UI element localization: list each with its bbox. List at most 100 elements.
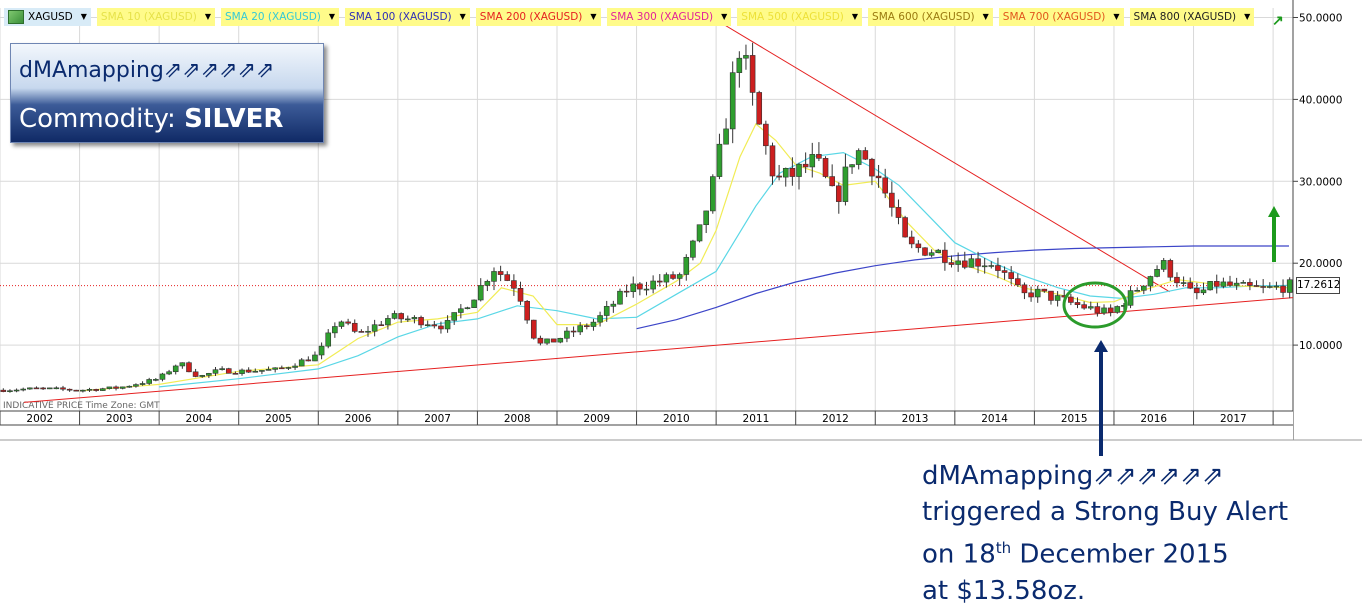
candle-up — [1160, 260, 1167, 270]
x-tick-label: 2003 — [106, 413, 133, 425]
candle-up — [1034, 288, 1041, 298]
candle-up — [1200, 289, 1207, 294]
indicator-selector-8[interactable]: SMA 700 (XAGUSD) ▼ — [998, 8, 1124, 26]
x-tick-label: 2007 — [424, 413, 451, 425]
indicator-selector-5[interactable]: SMA 300 (XAGUSD) ▼ — [606, 8, 732, 26]
candle-down — [802, 163, 809, 168]
indicator-label: SMA 100 (XAGUSD) — [349, 11, 452, 23]
indicator-label: SMA 300 (XAGUSD) — [610, 11, 714, 23]
indicator-selector-4[interactable]: SMA 200 (XAGUSD) ▼ — [475, 8, 601, 26]
caret-down-icon: ▼ — [982, 12, 989, 21]
candle-down — [1107, 307, 1114, 313]
candle-up — [842, 166, 849, 202]
indicator-label: SMA 600 (XAGUSD) — [872, 11, 975, 23]
candle-down — [524, 300, 530, 321]
y-tick-label: 50.0000 — [1299, 13, 1342, 25]
candle-down — [1174, 276, 1180, 284]
candle-up — [7, 390, 13, 392]
annotation-date-suffix: th — [995, 539, 1012, 557]
candle-down — [1280, 285, 1286, 293]
candle-down — [1167, 260, 1174, 278]
annotation-line-3: on 18th December 2015 — [922, 530, 1288, 573]
y-axis-panel — [1293, 0, 1362, 440]
indicator-selector-1[interactable]: SMA 10 (XAGUSD) ▼ — [96, 8, 215, 26]
candle-up — [981, 265, 988, 268]
x-tick-label: 2015 — [1061, 413, 1088, 425]
candle-up — [86, 389, 93, 391]
candle-down — [882, 177, 889, 194]
candle-down — [511, 280, 517, 289]
candle-up — [259, 370, 265, 372]
candle-down — [995, 265, 1001, 271]
candle-up — [444, 320, 451, 330]
candle-up — [988, 265, 995, 267]
candle-up — [809, 154, 816, 168]
last-price-tag: 17.2612 — [1296, 277, 1340, 294]
candle-up — [471, 299, 477, 308]
candle-down — [816, 154, 822, 159]
candle-up — [1154, 269, 1160, 277]
indicator-selector-6[interactable]: SMA 500 (XAGUSD) ▼ — [737, 8, 863, 26]
candle-up — [796, 163, 802, 177]
trend-up-icon[interactable]: ↗ — [1272, 12, 1284, 29]
candle-down — [113, 386, 119, 389]
candle-down — [530, 319, 537, 339]
candle-down — [358, 331, 365, 333]
candle-down — [922, 247, 928, 256]
candle-up — [338, 321, 345, 327]
candle-up — [564, 330, 570, 339]
candle-down — [1247, 282, 1253, 286]
candle-down — [232, 373, 239, 375]
candle-down — [895, 207, 902, 218]
candle-up — [1147, 276, 1154, 287]
indicator-selector-2[interactable]: SMA 20 (XAGUSD) ▼ — [220, 8, 340, 26]
candle-up — [968, 258, 975, 268]
candle-up — [743, 55, 749, 59]
candle-up — [139, 383, 146, 385]
chart-symbol-icon — [8, 10, 24, 24]
candle-up — [663, 274, 670, 283]
x-tick-label: 2013 — [902, 413, 929, 425]
candle-down — [1081, 304, 1087, 309]
candle-down — [1068, 296, 1074, 303]
indicator-selector-7[interactable]: SMA 600 (XAGUSD) ▼ — [868, 8, 993, 26]
alert-annotation: dMAmapping⇗⇗⇗⇗⇗⇗ triggered a Strong Buy … — [922, 458, 1288, 609]
y-tick-label: 10.0000 — [1299, 340, 1342, 352]
candle-up — [298, 359, 305, 367]
candle-up — [577, 325, 583, 333]
title-box: dMAmapping⇗⇗⇗⇗⇗⇗ Commodity: SILVER — [10, 43, 324, 143]
candle-up — [557, 337, 564, 343]
indicator-selector-9[interactable]: SMA 800 (XAGUSD) ▼ — [1129, 8, 1255, 26]
candle-down — [756, 92, 763, 125]
candle-down — [0, 389, 7, 392]
candle-up — [464, 307, 471, 310]
candle-down — [1260, 286, 1266, 288]
y-tick-label: 40.0000 — [1299, 94, 1342, 106]
x-tick-label: 2010 — [663, 413, 690, 425]
annotation-line-1: dMAmapping⇗⇗⇗⇗⇗⇗ — [922, 461, 1224, 491]
candle-up — [716, 143, 723, 177]
candle-down — [398, 313, 404, 320]
candle-down — [33, 387, 40, 390]
candle-up — [385, 318, 391, 326]
commodity-value: SILVER — [184, 104, 284, 134]
candle-down — [769, 145, 776, 177]
indicator-selector-0[interactable]: XAGUSD ▼ — [4, 8, 91, 26]
candle-up — [424, 324, 431, 327]
candle-down — [60, 387, 66, 390]
x-tick-label: 2005 — [265, 413, 292, 425]
candle-up — [736, 57, 743, 73]
candle-down — [345, 321, 351, 324]
candle-up — [955, 260, 961, 265]
indicator-selector-3[interactable]: SMA 100 (XAGUSD) ▼ — [345, 8, 470, 26]
x-tick-label: 2004 — [186, 413, 213, 425]
candle-down — [66, 388, 73, 391]
candle-down — [1028, 292, 1034, 298]
caret-down-icon: ▼ — [1113, 12, 1120, 21]
caret-down-icon: ▼ — [851, 12, 859, 21]
annotation-line-2: triggered a Strong Buy Alert — [922, 497, 1289, 527]
x-tick-label: 2006 — [345, 413, 372, 425]
candle-down — [245, 369, 252, 373]
candle-down — [438, 325, 444, 330]
candle-down — [504, 274, 511, 281]
